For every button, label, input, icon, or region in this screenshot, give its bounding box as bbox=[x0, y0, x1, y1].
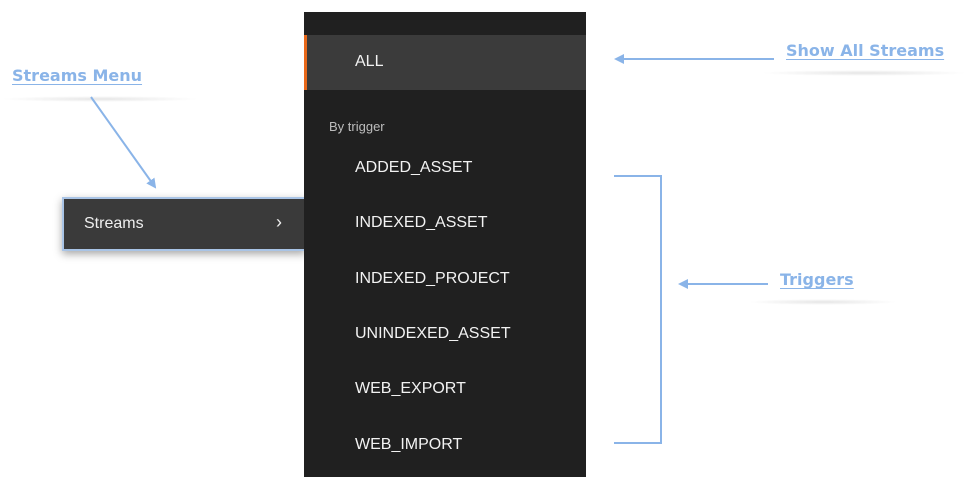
annotation-overlay bbox=[90, 54, 774, 444]
streams-menu-arrow bbox=[90, 96, 157, 189]
triggers-bracket bbox=[614, 175, 662, 444]
